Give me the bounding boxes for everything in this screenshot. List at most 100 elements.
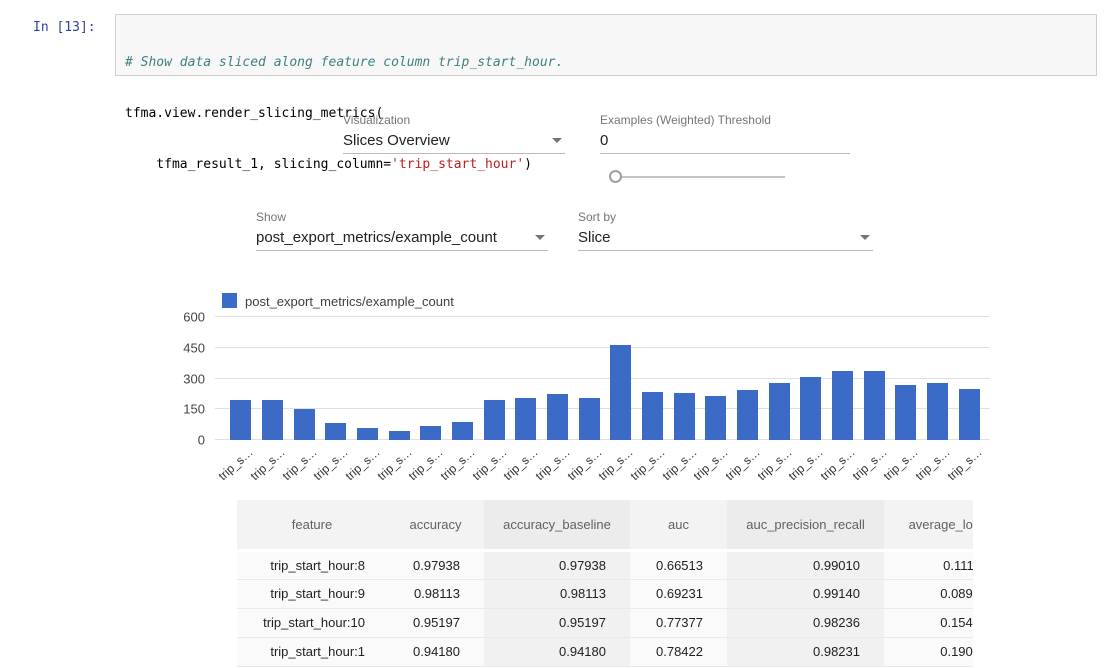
table-row: trip_start_hour:10.941800.941800.784220.…: [237, 637, 973, 666]
metrics-table: featureaccuracyaccuracy_baselineaucauc_p…: [237, 500, 973, 668]
bar[interactable]: [547, 394, 568, 440]
bar[interactable]: [864, 371, 885, 440]
metric-cell: 0.95197: [484, 608, 630, 637]
feature-cell: trip_start_hour:1: [237, 637, 387, 666]
table-row: trip_start_hour:80.979380.979380.665130.…: [237, 550, 973, 579]
visualization-dropdown[interactable]: Slices Overview: [343, 127, 565, 154]
x-tick-label: trip_s…: [628, 445, 668, 483]
threshold-slider-thumb[interactable]: [609, 170, 622, 183]
metric-cell: 0.1111: [884, 550, 973, 579]
bar-slot: [257, 317, 289, 440]
x-tick-label: trip_s…: [754, 445, 794, 483]
code-string-arg: 'trip_start_hour': [391, 157, 524, 172]
y-tick-label: 150: [183, 403, 205, 416]
bar[interactable]: [294, 409, 315, 440]
y-tick-label: 600: [183, 311, 205, 324]
cell-prompt: In [13]:: [33, 20, 96, 35]
bar-slot: [700, 317, 732, 440]
column-header[interactable]: auc: [630, 500, 727, 550]
threshold-value: 0: [600, 132, 608, 149]
column-header[interactable]: accuracy_baseline: [484, 500, 630, 550]
bar-slot: [637, 317, 669, 440]
legend-label: post_export_metrics/example_count: [245, 294, 454, 309]
bar-slot: [510, 317, 542, 440]
metrics-table-grid: featureaccuracyaccuracy_baselineaucauc_p…: [237, 500, 973, 667]
bar[interactable]: [895, 385, 916, 440]
bar[interactable]: [420, 426, 441, 440]
bar-slot: [953, 317, 985, 440]
bar[interactable]: [357, 428, 378, 440]
metric-cell: 0.98231: [727, 637, 884, 666]
jupyter-notebook-output: In [13]: # Show data sliced along featur…: [0, 0, 1111, 668]
chevron-down-icon: [552, 138, 562, 143]
x-tick-label: trip_s…: [406, 445, 446, 483]
column-header[interactable]: feature: [237, 500, 387, 550]
metric-cell: 0.98236: [727, 608, 884, 637]
column-header[interactable]: auc_precision_recall: [727, 500, 884, 550]
bar-slot: [225, 317, 257, 440]
bar[interactable]: [515, 398, 536, 440]
code-cell[interactable]: # Show data sliced along feature column …: [115, 14, 1097, 76]
chart-bars: [225, 317, 985, 440]
x-tick-label: trip_s…: [818, 445, 858, 483]
bar[interactable]: [927, 383, 948, 440]
threshold-input[interactable]: 0: [600, 127, 850, 154]
metric-cell: 0.94180: [484, 637, 630, 666]
x-tick-label: trip_s…: [374, 445, 414, 483]
threshold-slider-track[interactable]: [611, 176, 785, 178]
column-header[interactable]: accuracy: [387, 500, 484, 550]
x-tick-label: trip_s…: [533, 445, 573, 483]
bar[interactable]: [230, 400, 251, 440]
bar[interactable]: [737, 390, 758, 440]
metric-cell: 0.97938: [387, 550, 484, 579]
chevron-down-icon: [860, 235, 870, 240]
bar-slot: [320, 317, 352, 440]
visualization-label: Visualization: [343, 113, 410, 127]
metric-cell: 0.95197: [387, 608, 484, 637]
feature-cell: trip_start_hour:9: [237, 579, 387, 608]
show-label: Show: [256, 210, 286, 224]
bar[interactable]: [674, 393, 695, 440]
x-tick-label: trip_s…: [311, 445, 351, 483]
bar-slot: [922, 317, 954, 440]
bar[interactable]: [832, 371, 853, 440]
bar[interactable]: [610, 345, 631, 440]
bar[interactable]: [389, 431, 410, 440]
sort-by-value: Slice: [578, 229, 611, 246]
feature-cell: trip_start_hour:10: [237, 608, 387, 637]
bar[interactable]: [262, 400, 283, 440]
bar[interactable]: [959, 389, 980, 440]
x-tick-label: trip_s…: [691, 445, 731, 483]
column-header[interactable]: average_los: [884, 500, 973, 550]
x-tick-label: trip_s…: [438, 445, 478, 483]
bar[interactable]: [579, 398, 600, 440]
x-tick-label: trip_s…: [469, 445, 509, 483]
x-tick-label: trip_s…: [343, 445, 383, 483]
bar[interactable]: [325, 423, 346, 440]
bar-slot: [447, 317, 479, 440]
code-args-prefix: tfma_result_1, slicing_column=: [125, 157, 391, 172]
x-tick-label: trip_s…: [723, 445, 763, 483]
show-dropdown[interactable]: post_export_metrics/example_count: [256, 224, 548, 251]
bar-slot: [542, 317, 574, 440]
bar[interactable]: [769, 383, 790, 440]
bar[interactable]: [705, 396, 726, 440]
metric-cell: 0.94180: [387, 637, 484, 666]
sort-by-dropdown[interactable]: Slice: [578, 224, 873, 251]
bar[interactable]: [484, 400, 505, 440]
bar-slot: [383, 317, 415, 440]
metric-cell: 0.99010: [727, 550, 884, 579]
threshold-label: Examples (Weighted) Threshold: [600, 113, 771, 127]
y-tick-label: 300: [183, 372, 205, 385]
bar-slot: [732, 317, 764, 440]
x-tick-label: trip_s…: [786, 445, 826, 483]
bar[interactable]: [800, 377, 821, 440]
feature-cell: trip_start_hour:8: [237, 550, 387, 579]
x-tick-label: trip_s…: [944, 445, 984, 483]
bar-slot: [858, 317, 890, 440]
bar-slot: [890, 317, 922, 440]
bar[interactable]: [642, 392, 663, 440]
table-row: trip_start_hour:100.951970.951970.773770…: [237, 608, 973, 637]
bar[interactable]: [452, 422, 473, 440]
metric-cell: 0.98113: [387, 579, 484, 608]
